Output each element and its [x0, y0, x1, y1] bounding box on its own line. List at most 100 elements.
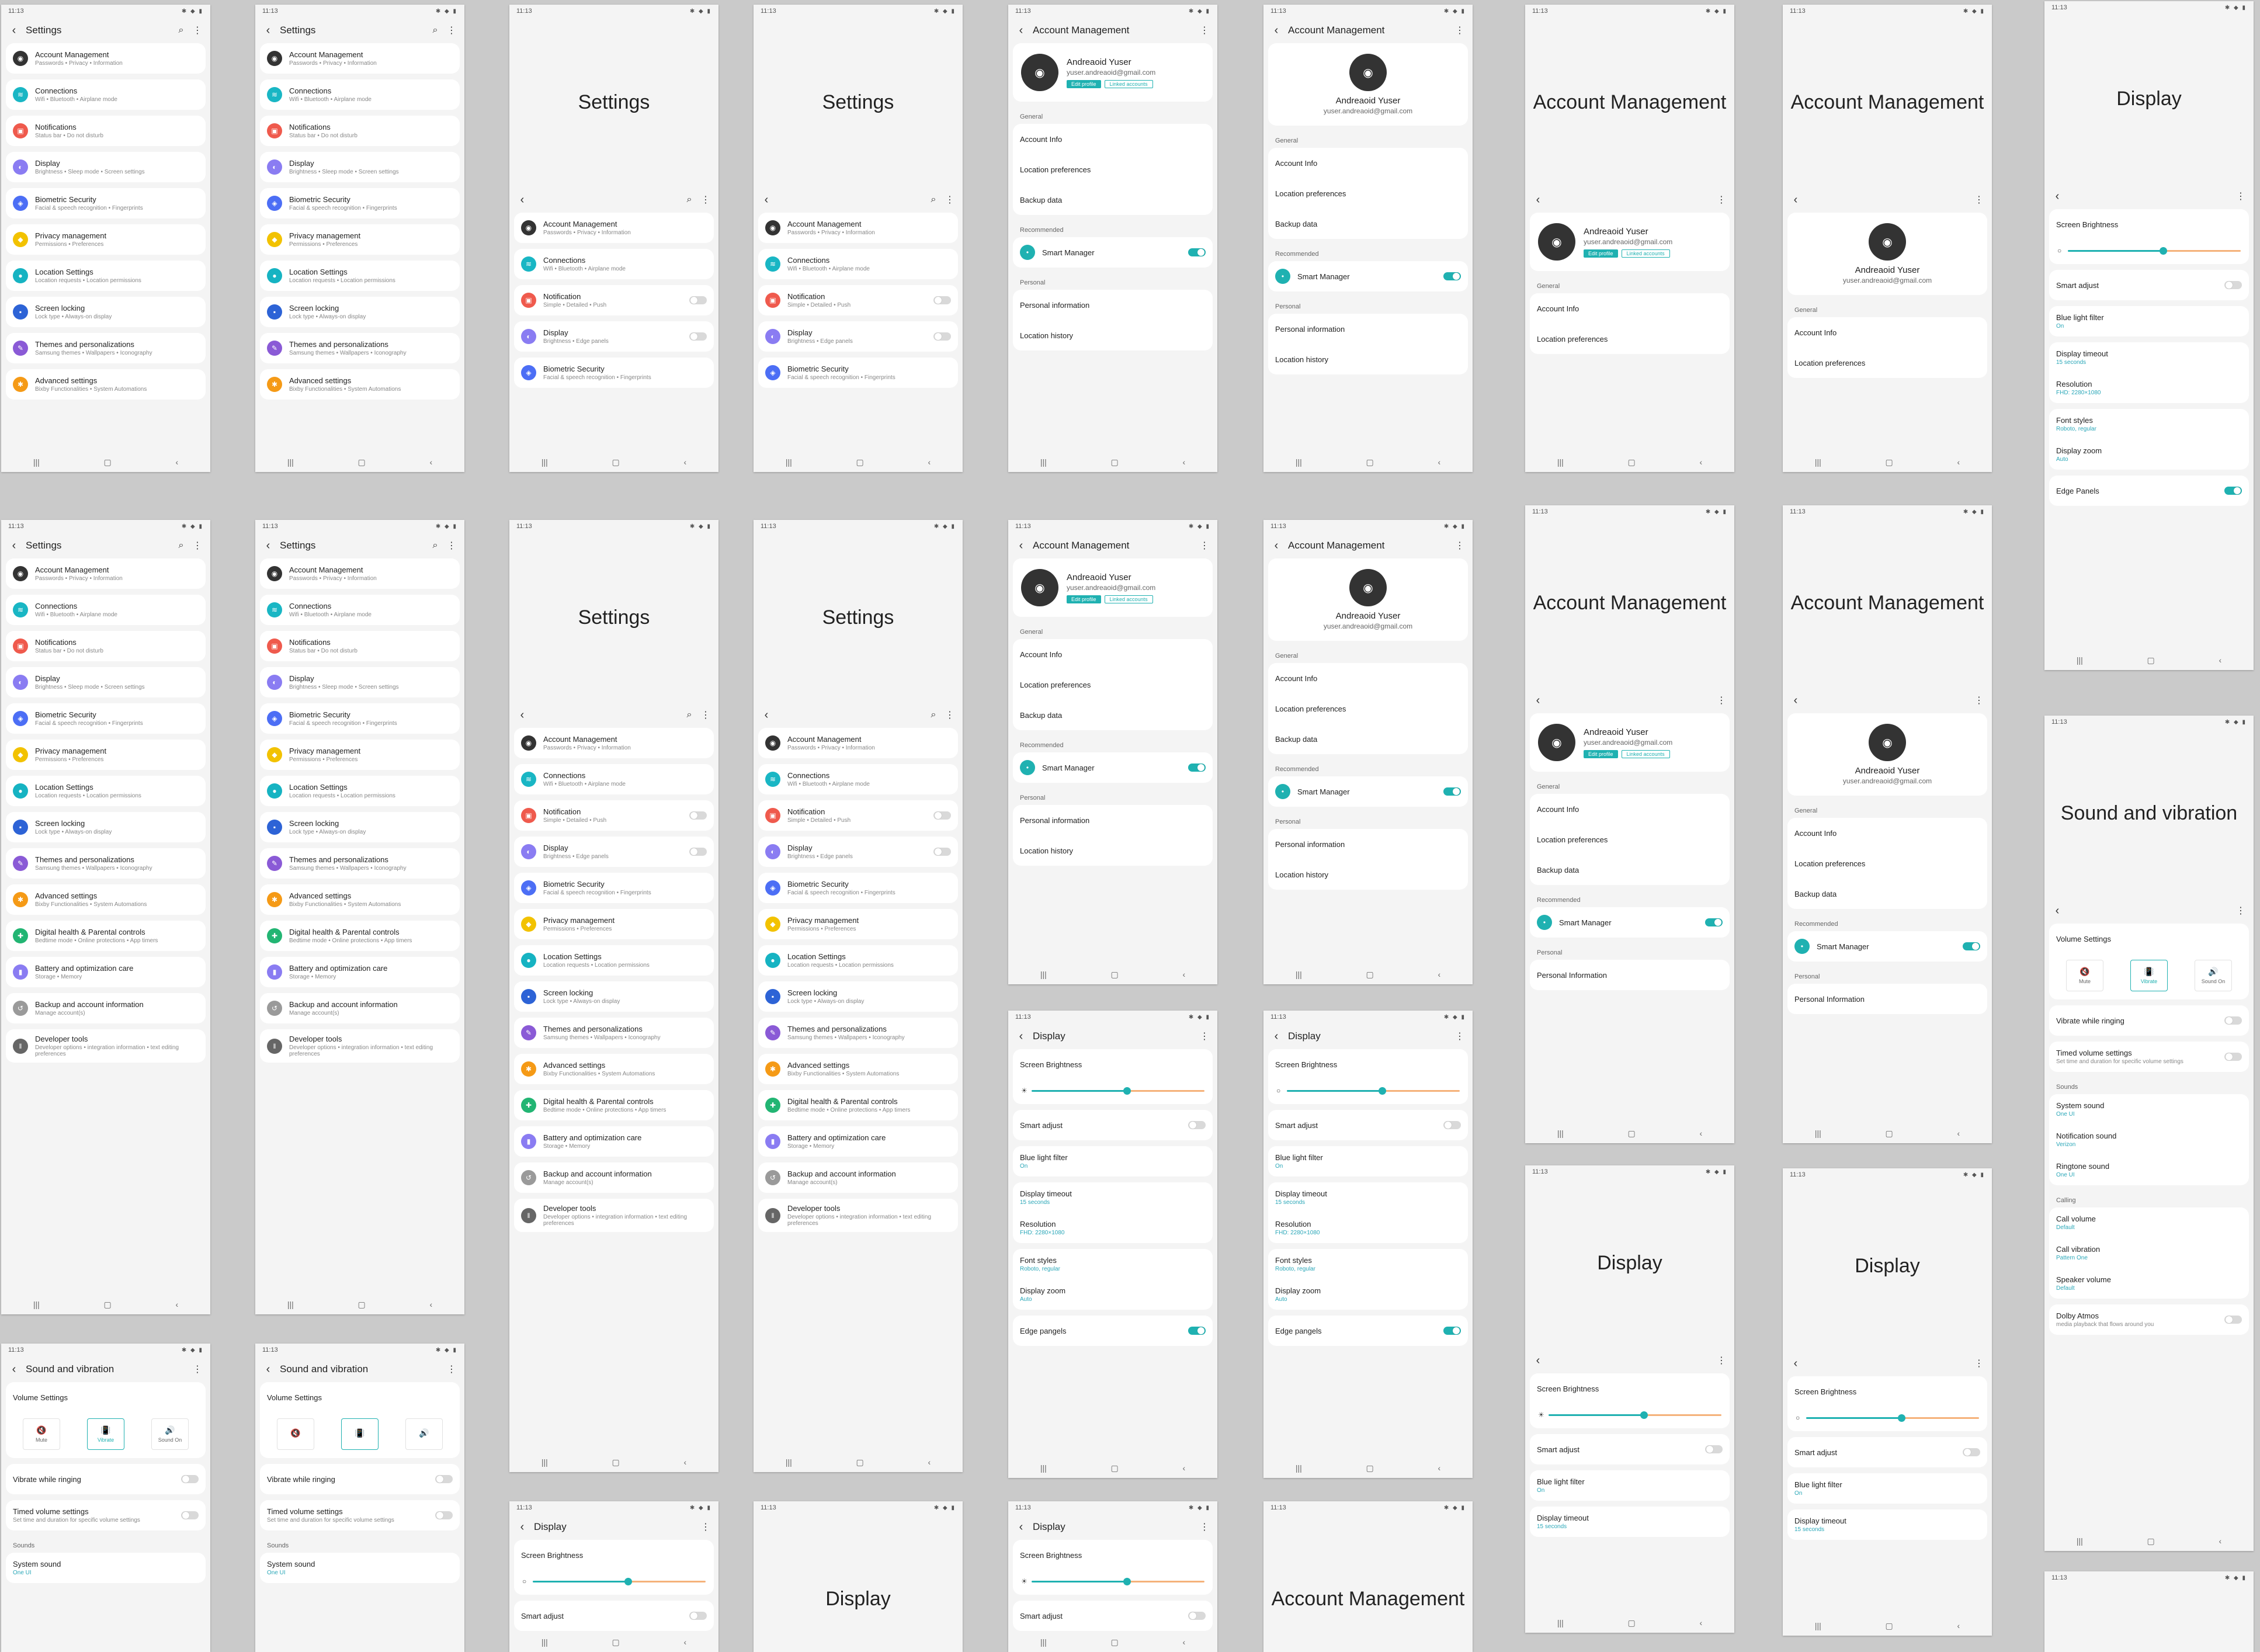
account-item[interactable]: Personal information — [1268, 314, 1468, 344]
account-item[interactable]: Personal information — [1013, 290, 1213, 320]
settings-item[interactable]: ≋ Connections Wifi • Bluetooth • Airplane … — [260, 595, 460, 625]
account-item[interactable]: Personal information — [1013, 805, 1213, 835]
settings-item[interactable]: ◈ Biometric Security Facial & speech recog… — [6, 703, 206, 734]
toggle-switch[interactable] — [181, 1475, 199, 1483]
back-nav-button[interactable]: ‹ — [1182, 457, 1185, 467]
home-button[interactable]: ▢ — [1628, 1618, 1636, 1628]
settings-item[interactable]: ▪ Screen locking Lock type • Always-on dis… — [260, 812, 460, 842]
timeout-item[interactable]: Display timeout 15 seconds — [1787, 1509, 1987, 1540]
recents-button[interactable]: ||| — [287, 1300, 294, 1309]
brightness-slider[interactable]: ○ — [1787, 1407, 1987, 1431]
recents-button[interactable]: ||| — [2077, 1536, 2083, 1546]
display-zoom-item[interactable]: Display zoom Auto — [1013, 1279, 1213, 1310]
more-options-icon[interactable]: ⋮ — [1452, 540, 1468, 551]
blue-light-item[interactable]: Blue light filter On — [1787, 1473, 1987, 1504]
vibrate-ringing-item[interactable]: Vibrate while ringing — [6, 1464, 206, 1494]
back-icon[interactable]: ‹ — [1268, 1030, 1285, 1043]
vibrate-option[interactable]: 📳 Vibrate — [87, 1418, 124, 1450]
account-item[interactable]: Location preferences — [1530, 824, 1730, 855]
back-icon[interactable]: ‹ — [260, 24, 276, 37]
toggle-switch[interactable] — [435, 1511, 453, 1519]
font-styles-item[interactable]: Font styles Roboto, regular — [1268, 1249, 1468, 1279]
settings-item[interactable]: ▪ Screen locking Lock type • Always-on dis… — [514, 981, 714, 1012]
dolby-item[interactable]: Dolby Atmos media playback that flows aro… — [2049, 1304, 2249, 1335]
settings-item[interactable]: ◈ Biometric Security Facial & speech recog… — [514, 358, 714, 388]
smart-adjust-item[interactable]: Smart adjust — [2049, 270, 2249, 300]
settings-item[interactable]: ‖ Developer tools Developer options • inte… — [260, 1029, 460, 1063]
edge-panels-item[interactable]: Edge pangels — [1268, 1316, 1468, 1346]
settings-item[interactable]: ✚ Digital health & Parental controls Bedti… — [260, 921, 460, 951]
back-icon[interactable]: ‹ — [514, 709, 530, 722]
settings-item[interactable]: ✱ Advanced settings Bixby Functionalities … — [260, 884, 460, 915]
toggle-switch[interactable] — [933, 332, 951, 341]
account-item[interactable]: Backup data — [1013, 700, 1213, 730]
recents-button[interactable]: ||| — [287, 457, 294, 467]
settings-item[interactable]: ● Location Settings Location requests • Lo… — [6, 776, 206, 806]
settings-item[interactable]: ↺ Backup and account information Manage ac… — [260, 993, 460, 1023]
toggle-switch[interactable] — [181, 1511, 199, 1519]
settings-item[interactable]: ✎ Themes and personalizations Samsung them… — [260, 848, 460, 879]
toggle-switch[interactable] — [1705, 1445, 1723, 1453]
more-options-icon[interactable]: ⋮ — [942, 194, 958, 206]
settings-item[interactable]: ● Location Settings Location requests • Lo… — [6, 261, 206, 291]
account-item[interactable]: Location history — [1013, 835, 1213, 866]
brightness-slider[interactable]: ☀ — [1530, 1404, 1730, 1428]
notification-sound-item[interactable]: Notification sound Verizon — [2049, 1125, 2249, 1155]
settings-item[interactable]: ▮ Battery and optimization care Storage • … — [260, 957, 460, 987]
home-button[interactable]: ▢ — [1886, 1129, 1893, 1139]
edit-profile-button[interactable]: Edit profile — [1584, 749, 1618, 758]
settings-item[interactable]: ◉ Account Management Passwords • Privacy •… — [758, 728, 958, 758]
settings-item[interactable]: ✎ Themes and personalizations Samsung them… — [260, 333, 460, 363]
system-sound-item[interactable]: System sound One UI — [2049, 1094, 2249, 1125]
more-options-icon[interactable]: ⋮ — [443, 540, 460, 551]
back-nav-button[interactable]: ‹ — [1438, 457, 1440, 467]
brightness-slider[interactable]: ☀ — [1013, 1570, 1213, 1595]
settings-item[interactable]: ▪ Screen locking Lock type • Always-on dis… — [758, 981, 958, 1012]
settings-item[interactable]: ▪ Screen locking Lock type • Always-on dis… — [260, 297, 460, 327]
settings-item[interactable]: ◐ Display Brightness • Sleep mode • Screen… — [260, 667, 460, 697]
blue-light-item[interactable]: Blue light filter On — [1530, 1470, 1730, 1501]
system-sound-item[interactable]: System sound One UI — [260, 1553, 460, 1583]
brightness-slider[interactable]: ○ — [1268, 1080, 1468, 1104]
recents-button[interactable]: ||| — [1815, 1129, 1821, 1138]
settings-item[interactable]: ◐ Display Brightness • Sleep mode • Screen… — [6, 667, 206, 697]
recents-button[interactable]: ||| — [1040, 1463, 1047, 1473]
settings-item[interactable]: ◆ Privacy management Permissions • Prefere… — [260, 224, 460, 255]
settings-item[interactable]: ‖ Developer tools Developer options • inte… — [6, 1029, 206, 1063]
timeout-item[interactable]: Display timeout 15 seconds — [1268, 1182, 1468, 1213]
back-nav-button[interactable]: ‹ — [1957, 457, 1960, 467]
back-nav-button[interactable]: ‹ — [429, 1300, 432, 1309]
toggle-switch[interactable] — [1443, 1121, 1461, 1129]
settings-item[interactable]: ▪ Screen locking Lock type • Always-on dis… — [6, 812, 206, 842]
account-item[interactable]: Account Info — [1013, 124, 1213, 154]
back-nav-button[interactable]: ‹ — [1699, 457, 1702, 467]
back-icon[interactable]: ‹ — [758, 193, 775, 207]
back-nav-button[interactable]: ‹ — [1957, 1621, 1960, 1630]
recents-button[interactable]: ||| — [1557, 1129, 1564, 1138]
toggle-switch[interactable] — [1188, 763, 1206, 772]
more-options-icon[interactable]: ⋮ — [1196, 540, 1213, 551]
settings-item[interactable]: ▣ Notifications Status bar • Do not distur… — [6, 116, 206, 146]
back-icon[interactable]: ‹ — [260, 539, 276, 553]
more-options-icon[interactable]: ⋮ — [1713, 194, 1730, 206]
back-nav-button[interactable]: ‹ — [928, 1457, 931, 1467]
toggle-switch[interactable] — [1188, 248, 1206, 256]
settings-item[interactable]: ▣ Notifications Status bar • Do not distur… — [6, 631, 206, 661]
settings-item[interactable]: ‖ Developer tools Developer options • inte… — [514, 1199, 714, 1232]
back-icon[interactable]: ‹ — [1013, 24, 1029, 37]
settings-item[interactable]: ≋ Connections Wifi • Bluetooth • Airplane … — [758, 249, 958, 279]
linked-accounts-button[interactable]: Linked accounts — [1104, 79, 1153, 88]
back-nav-button[interactable]: ‹ — [928, 457, 931, 467]
back-icon[interactable]: ‹ — [1268, 539, 1285, 553]
back-nav-button[interactable]: ‹ — [1957, 1129, 1960, 1138]
settings-item[interactable]: ◉ Account Management Passwords • Privacy •… — [6, 43, 206, 74]
settings-item[interactable]: ✚ Digital health & Parental controls Bedti… — [514, 1090, 714, 1120]
display-zoom-item[interactable]: Display zoom Auto — [1268, 1279, 1468, 1310]
smart-adjust-item[interactable]: Smart adjust — [1013, 1110, 1213, 1140]
toggle-switch[interactable] — [689, 296, 707, 304]
back-icon[interactable]: ‹ — [6, 24, 22, 37]
linked-accounts-button[interactable]: Linked accounts — [1621, 249, 1670, 258]
settings-item[interactable]: ● Location Settings Location requests • Lo… — [514, 945, 714, 976]
more-options-icon[interactable]: ⋮ — [443, 25, 460, 36]
recents-button[interactable]: ||| — [33, 1300, 40, 1309]
